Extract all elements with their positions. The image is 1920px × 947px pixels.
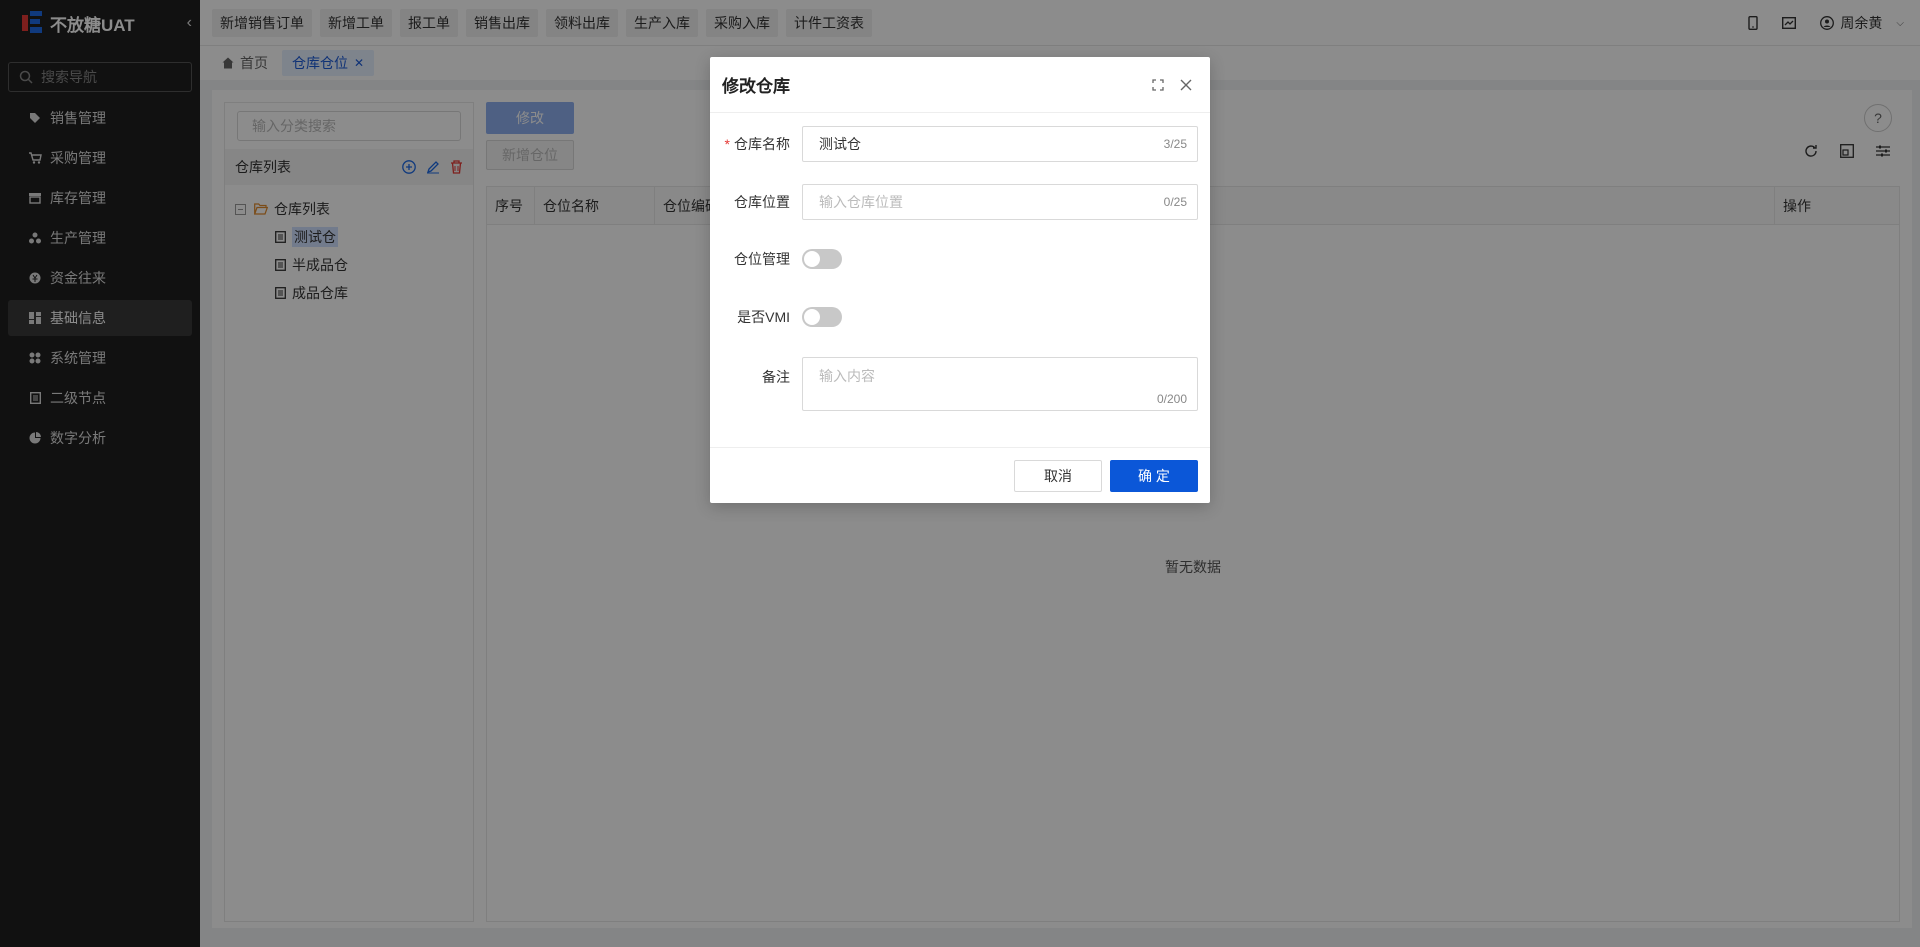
maximize-icon[interactable] [1152,78,1164,91]
form-row-remark: 备注 输入内容 0/200 [710,357,1210,411]
remark-textarea[interactable]: 输入内容 0/200 [802,357,1198,411]
dialog-header: 修改仓库 [710,57,1210,113]
remark-char-count: 0/200 [1156,392,1187,406]
dialog-title: 修改仓库 [722,77,790,96]
location-label: 仓库位置 [734,194,790,210]
form-row-location: 仓库位置 输入仓库位置 0/25 [710,184,1210,220]
dialog-footer: 取消 确 定 [710,447,1210,503]
form-row-vmi: 是否VMI [710,307,1210,327]
warehouse-name-value: 测试仓 [819,136,861,152]
form-row-slot-management: 仓位管理 [710,249,1210,269]
edit-warehouse-dialog: 修改仓库 * 仓库名称 测试仓 3/25 仓库位置 输入仓库位置 0/25 仓位管… [710,57,1210,503]
cancel-button[interactable]: 取消 [1014,459,1102,492]
confirm-button[interactable]: 确 定 [1110,459,1198,492]
slot-label: 仓位管理 [734,251,790,267]
warehouse-name-input[interactable]: 测试仓 3/25 [802,126,1198,162]
vmi-switch[interactable] [802,307,842,327]
name-char-count: 3/25 [1163,137,1187,151]
required-mark: * [724,136,730,152]
location-char-count: 0/25 [1163,195,1187,209]
remark-placeholder: 输入内容 [819,368,875,384]
remark-label: 备注 [762,369,790,385]
close-icon[interactable] [1180,79,1192,91]
slot-management-switch[interactable] [802,249,842,269]
name-label-wrap: * 仓库名称 [710,134,790,154]
warehouse-location-input[interactable]: 输入仓库位置 0/25 [802,184,1198,220]
dialog-body: * 仓库名称 测试仓 3/25 仓库位置 输入仓库位置 0/25 仓位管理 是否V… [710,113,1210,447]
vmi-label: 是否VMI [737,309,790,325]
location-placeholder: 输入仓库位置 [819,194,903,210]
name-label: 仓库名称 [734,136,790,152]
form-row-name: * 仓库名称 测试仓 3/25 [710,126,1210,162]
